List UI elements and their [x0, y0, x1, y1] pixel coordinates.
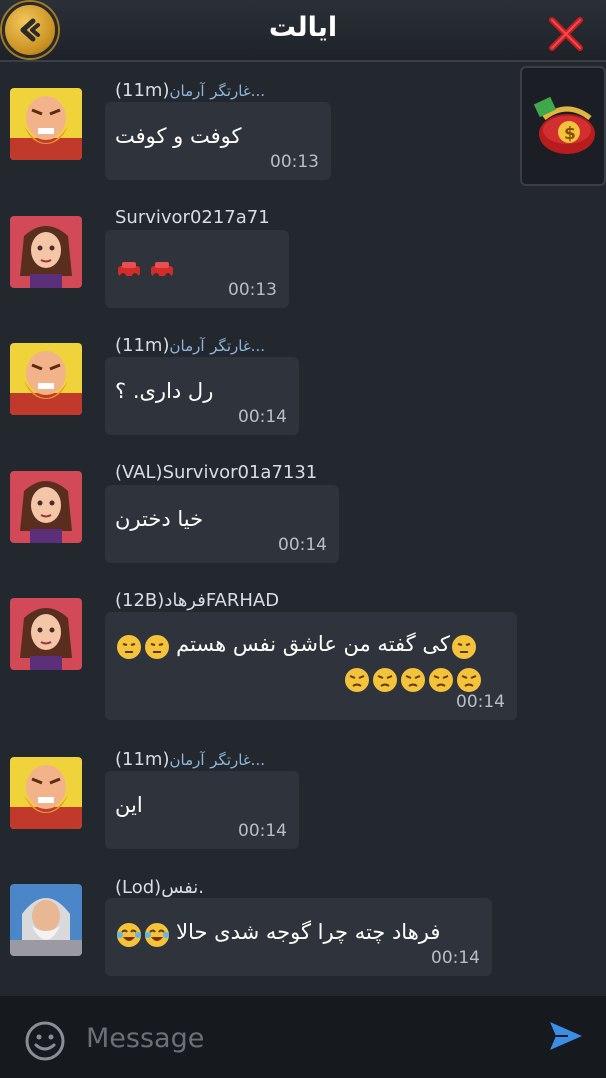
car-icon: [118, 262, 140, 279]
wallet-button[interactable]: $: [520, 66, 606, 186]
message-time: 00:13: [228, 280, 277, 300]
message-text-row: کی گفته من عاشق نفس هستم: [115, 632, 478, 660]
avatar-female-elf: [10, 216, 82, 288]
message-bubble[interactable]: رل داری. ؟ 00:14: [105, 357, 299, 435]
avatar[interactable]: [10, 884, 82, 956]
sender-name: Survivor0217a71: [115, 207, 270, 228]
page-title: ایالت: [268, 12, 338, 43]
sender-name: (11m) غارتگر آرمان...: [115, 80, 265, 101]
message-text: کی گفته من عاشق نفس هستم: [176, 632, 450, 656]
sender-name: (Lod)نفس.: [115, 877, 205, 898]
message-bubble[interactable]: 00:13: [105, 230, 289, 308]
chat-header: ایالت: [0, 0, 606, 62]
angry-face-icon: [429, 668, 453, 692]
close-x-icon: [549, 17, 583, 51]
avatar[interactable]: [10, 216, 82, 288]
avatar-bearded-warrior: [10, 343, 82, 415]
message-time: 00:14: [238, 821, 287, 841]
car-icon: [151, 262, 174, 279]
message-text: رل داری. ؟: [115, 379, 214, 403]
avatar[interactable]: [10, 757, 82, 829]
avatar-bearded-warrior: [10, 88, 82, 160]
avatar[interactable]: [10, 343, 82, 415]
angry-face-icon: [457, 668, 481, 692]
smiley-icon: [25, 1021, 65, 1061]
angry-face-icon: [401, 668, 425, 692]
laughing-tears-icon: [117, 922, 141, 947]
message-bubble[interactable]: این 00:14: [105, 771, 299, 849]
message-bubble[interactable]: فرهاد چته چرا گوجه شدی حالا 00:14: [105, 898, 492, 976]
send-button[interactable]: [546, 1016, 586, 1060]
message-time: 00:14: [456, 692, 505, 712]
message-bubble[interactable]: کوفت و کوفت 00:13: [105, 102, 331, 180]
message-time: 00:14: [238, 407, 287, 427]
annoyed-face-icon: [145, 634, 169, 659]
sender-name: (12B)فرهادFARHAD: [115, 590, 280, 611]
annoyed-face-icon: [117, 634, 141, 659]
laughing-tears-icon: [145, 922, 169, 947]
message-emoji-row: [115, 256, 176, 282]
emoji-button[interactable]: [24, 1020, 66, 1066]
avatar[interactable]: [10, 88, 82, 160]
message-text-row: فرهاد چته چرا گوجه شدی حالا: [115, 920, 440, 948]
message-text: کوفت و کوفت: [115, 124, 242, 148]
avatar-white-bearded-elder: [10, 884, 82, 956]
angry-face-icon: [373, 668, 397, 692]
svg-text:$: $: [564, 124, 576, 144]
message-bubble[interactable]: خیا دخترن 00:14: [105, 485, 339, 563]
message-bubble[interactable]: کی گفته من عاشق نفس هستم 00:14: [105, 612, 517, 720]
avatar[interactable]: [10, 598, 82, 670]
message-input-bar: [0, 996, 606, 1078]
avatar-female-elf: [10, 471, 82, 543]
angry-face-icon: [345, 668, 369, 692]
avatar-bearded-warrior: [10, 757, 82, 829]
message-emoji-row: [343, 667, 483, 693]
close-button[interactable]: [546, 14, 586, 54]
annoyed-face-icon: [451, 634, 476, 659]
sender-name: (VAL)Survivor01a7131: [115, 462, 318, 483]
message-time: 00:14: [431, 948, 480, 968]
message-time: 00:13: [270, 152, 319, 172]
message-text: خیا دخترن: [115, 507, 204, 531]
avatar-female-elf: [10, 598, 82, 670]
avatar[interactable]: [10, 471, 82, 543]
sender-name: (11m) غارتگر آرمان...: [115, 749, 265, 770]
sender-name: (11m) غارتگر آرمان...: [115, 335, 265, 356]
message-text: این: [115, 793, 143, 817]
message-text: فرهاد چته چرا گوجه شدی حالا: [176, 920, 441, 944]
send-arrow-icon: [550, 1022, 582, 1050]
message-time: 00:14: [278, 535, 327, 555]
money-purse-icon: $: [533, 96, 595, 154]
message-input[interactable]: [86, 1018, 506, 1058]
